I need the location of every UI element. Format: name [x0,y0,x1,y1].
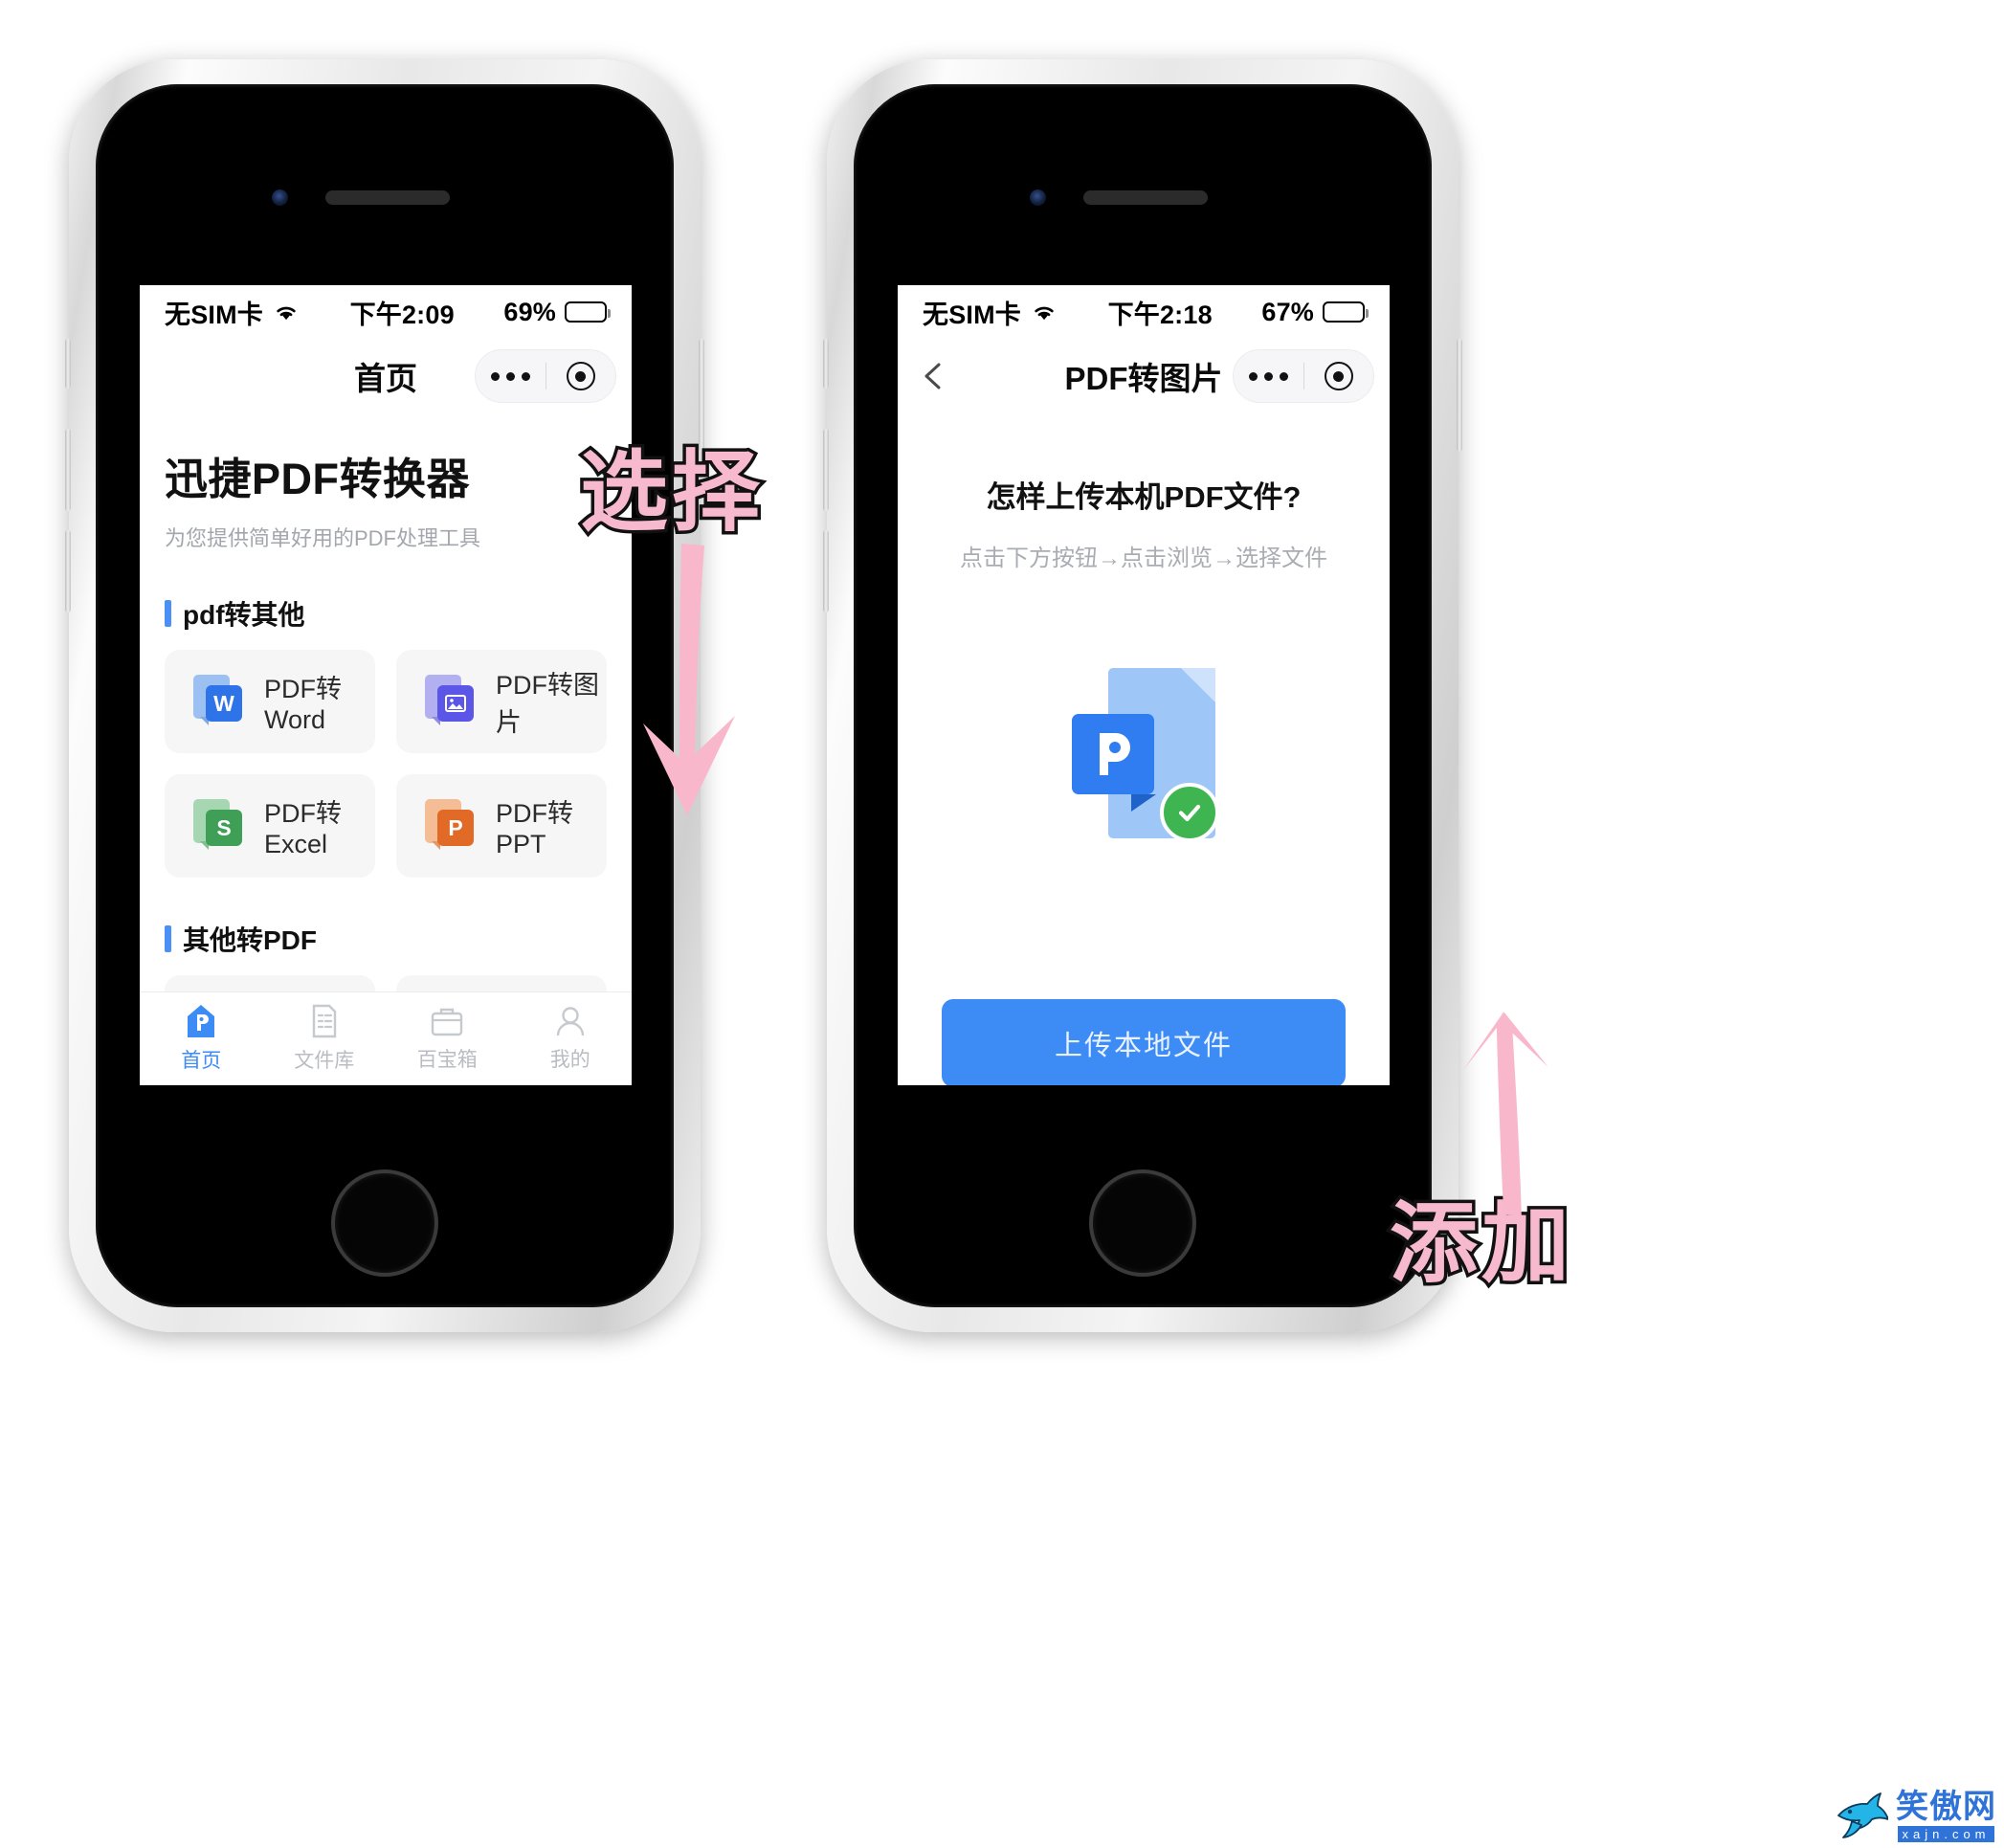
annotation-down-arrow-icon [643,544,735,815]
right-status-bar: 无SIM卡 下午2:18 67% [898,285,1390,339]
status-right-group: 69% [503,297,611,327]
illustration-wrapper [898,668,1390,842]
right-nav-bar: PDF转图片 [898,339,1390,413]
earpiece-speaker [1083,190,1208,205]
right-phone-power-button[interactable] [1457,339,1462,452]
image-file-icon [425,675,475,728]
section-title: pdf转其他 [183,600,305,630]
annotation-text-select: 选择 [576,438,765,547]
home-page-content: 迅捷PDF转换器 为您提供简单好用的PDF处理工具 pdf转其他 W PDF转W… [140,444,632,1085]
wifi-icon [277,306,296,321]
watermark-text: 笑傲网 xajn.com [1896,1791,1996,1842]
section-accent-bar [165,925,171,952]
left-phone-screen: 无SIM卡 下午2:09 69% 首页 迅捷PDF转换器 为您提供简单好用的PD… [140,285,632,1085]
battery-percent-label: 67% [1261,297,1314,326]
tab-label: 文件库 [294,1050,355,1072]
ppt-file-icon: P [425,799,475,853]
success-check-icon [1160,783,1219,842]
screenshot-stage: 无SIM卡 下午2:09 69% 首页 迅捷PDF转换器 为您提供简单好用的PD… [0,0,2004,1848]
tab-toolbox[interactable]: 百宝箱 [386,1005,509,1073]
right-phone-home-button[interactable] [1089,1169,1196,1277]
shark-logo-icon [1837,1792,1888,1838]
tool-label: PDF转Word [264,675,342,734]
target-ring-icon[interactable] [546,362,616,390]
right-phone: 无SIM卡 下午2:18 67% PDF转图片 怎样上传本机PDF文件? 点击下… [823,59,1462,1332]
home-pdf-icon [188,1005,215,1037]
tool-card-pdf-to-ppt[interactable]: P PDF转PPT [396,774,607,878]
tool-card-pdf-to-word[interactable]: W PDF转Word [165,650,375,753]
front-camera-icon [272,189,288,206]
tool-label: PDF转图片 [496,671,599,737]
earpiece-speaker [325,190,450,205]
status-right-group: 67% [1261,297,1369,327]
excel-file-icon: S [193,799,243,853]
back-chevron-icon[interactable] [915,357,953,395]
battery-percent-label: 69% [503,297,556,326]
person-icon [556,1007,584,1036]
document-icon [312,1004,336,1038]
tab-label: 百宝箱 [416,1049,478,1071]
watermark-domain: xajn.com [1898,1826,1994,1842]
watermark-name: 笑傲网 [1896,1789,1996,1825]
left-nav-bar: 首页 [140,339,632,413]
wifi-icon [1035,306,1054,321]
pdf-document-success-icon [1072,668,1219,842]
right-phone-volume-up[interactable] [823,429,829,511]
tool-label: PDF转PPT [496,799,573,858]
carrier-label: 无SIM卡 [923,300,1022,329]
upload-page-content: 怎样上传本机PDF文件? 点击下方按钮→点击浏览→选择文件 上传本地文件 [898,473,1390,1085]
battery-icon [565,301,611,323]
status-time: 下午2:09 [349,300,455,329]
status-time: 下午2:18 [1107,300,1213,329]
tab-file-library[interactable]: 文件库 [263,1004,387,1074]
section-title: 其他转PDF [183,925,318,955]
upload-local-file-button[interactable]: 上传本地文件 [942,999,1346,1085]
battery-icon [1323,301,1369,323]
app-subtitle: 为您提供简单好用的PDF处理工具 [165,526,481,550]
miniprogram-capsule [475,349,616,403]
watermark: 笑傲网 xajn.com [1829,1791,1996,1842]
right-phone-screen: 无SIM卡 下午2:18 67% PDF转图片 怎样上传本机PDF文件? 点击下… [898,285,1390,1085]
more-dots-icon[interactable] [476,371,546,381]
annotation-up-arrow-icon [1462,1012,1548,1216]
tool-label: PDF转Excel [264,799,342,858]
tool-card-pdf-to-image[interactable]: PDF转图片 [396,650,607,753]
target-ring-icon[interactable] [1304,362,1374,390]
section-header-other-to-pdf: 其他转PDF [165,920,607,958]
left-phone-volume-down[interactable] [65,530,71,612]
right-phone-mute-switch[interactable] [823,339,829,389]
upload-heading: 怎样上传本机PDF文件? [986,480,1302,514]
status-left-group: 无SIM卡 [165,294,301,331]
more-dots-icon[interactable] [1234,371,1303,381]
toolbox-icon [432,1008,463,1036]
tab-home[interactable]: 首页 [140,1004,263,1074]
front-camera-icon [1030,189,1046,206]
tab-label: 我的 [549,1049,590,1071]
p-logo-glyph [1100,733,1130,775]
carrier-label: 无SIM卡 [165,300,264,329]
word-file-icon: W [193,675,243,728]
app-title: 迅捷PDF转换器 [165,455,471,503]
tool-card-pdf-to-excel[interactable]: S PDF转Excel [165,774,375,878]
section-header-pdf-to-other: pdf转其他 [165,594,607,633]
left-phone-home-button[interactable] [331,1169,438,1277]
miniprogram-capsule [1233,349,1374,403]
left-phone: 无SIM卡 下午2:09 69% 首页 迅捷PDF转换器 为您提供简单好用的PD… [65,59,704,1332]
right-phone-volume-down[interactable] [823,530,829,612]
status-left-group: 无SIM卡 [923,294,1058,331]
tool-grid-pdf-to-other: W PDF转Word PDF转图片 S PDF转Excel P PDF转PPT [165,650,607,878]
tab-profile[interactable]: 我的 [509,1005,633,1073]
left-status-bar: 无SIM卡 下午2:09 69% [140,285,632,339]
bottom-tab-bar: 首页 文件库 百宝箱 我的 [140,991,632,1085]
tab-label: 首页 [181,1050,222,1072]
left-phone-mute-switch[interactable] [65,339,71,389]
left-phone-volume-up[interactable] [65,429,71,511]
upload-subheading: 点击下方按钮→点击浏览→选择文件 [960,545,1327,571]
section-accent-bar [165,600,171,627]
